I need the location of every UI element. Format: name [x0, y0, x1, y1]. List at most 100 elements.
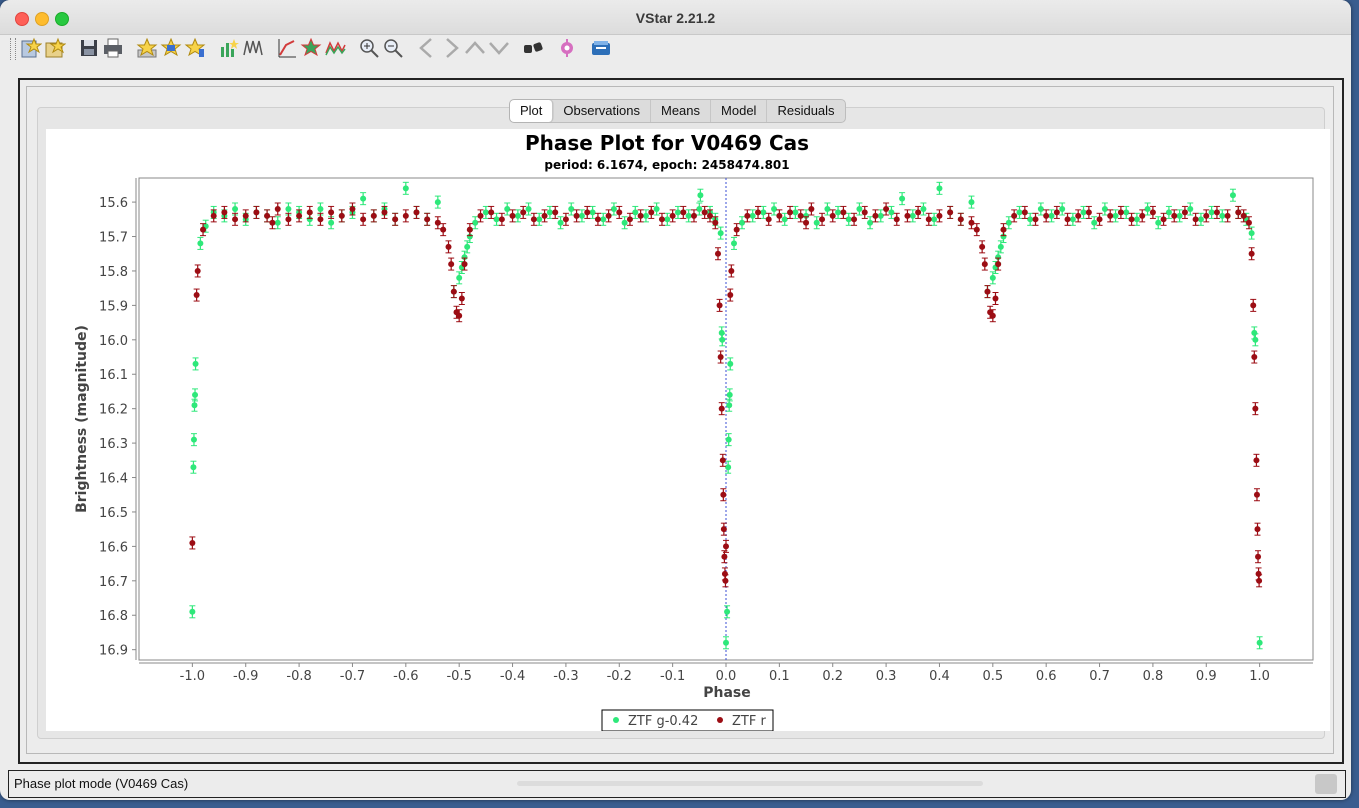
data-point-ztf-r: [984, 288, 991, 295]
data-point-ztf-g: [189, 608, 196, 615]
y-tick-label: 16.6: [99, 540, 128, 555]
data-point-ztf-g: [1144, 205, 1151, 212]
toolbar-grip[interactable]: [10, 38, 16, 60]
data-point-ztf-r: [915, 209, 922, 216]
binoculars-icon[interactable]: [522, 37, 544, 59]
x-tick-label: -0.3: [553, 669, 578, 684]
tab-observations[interactable]: Observations: [553, 100, 651, 122]
data-point-ztf-r: [328, 209, 335, 216]
data-point-ztf-r: [193, 292, 200, 299]
zoom-in-icon[interactable]: [358, 37, 380, 59]
data-point-ztf-g: [899, 195, 906, 202]
data-point-ztf-r: [1064, 216, 1071, 223]
plot-observations-icon[interactable]: [218, 37, 240, 59]
view-tabs: Plot Observations Means Model Residuals: [509, 99, 846, 123]
data-point-ztf-r: [840, 209, 847, 216]
data-point-ztf-r: [402, 212, 409, 219]
data-point-ztf-r: [626, 216, 633, 223]
zoom-out-icon[interactable]: [382, 37, 404, 59]
x-tick-label: 0.3: [876, 669, 897, 684]
star-plot-icon[interactable]: [300, 37, 322, 59]
x-tick-label: -0.2: [607, 669, 632, 684]
resize-grip-icon[interactable]: [1315, 774, 1337, 794]
plugin-icon[interactable]: [556, 37, 578, 59]
data-point-ztf-r: [727, 292, 734, 299]
data-point-ztf-g: [472, 219, 479, 226]
data-point-ztf-r: [274, 205, 281, 212]
title-bar: VStar 2.21.2: [0, 0, 1351, 35]
new-star-icon[interactable]: [20, 37, 43, 59]
tab-plot[interactable]: Plot: [510, 100, 554, 122]
data-point-ztf-g: [557, 219, 564, 226]
data-point-ztf-g: [726, 391, 733, 398]
pan-down-icon[interactable]: [488, 37, 510, 59]
data-point-ztf-g: [1091, 219, 1098, 226]
plot-means-icon[interactable]: [242, 37, 264, 59]
data-point-ztf-g: [724, 608, 731, 615]
data-point-ztf-g: [760, 209, 767, 216]
data-point-ztf-r: [221, 209, 228, 216]
pan-left-icon[interactable]: [416, 37, 438, 59]
data-point-ztf-r: [509, 212, 516, 219]
data-point-ztf-r: [872, 212, 879, 219]
data-point-ztf-g: [402, 185, 409, 192]
phase-plot-icon[interactable]: [276, 37, 298, 59]
data-point-ztf-g: [909, 212, 916, 219]
model-curve-icon[interactable]: [324, 37, 346, 59]
phase-plot[interactable]: Phase Plot for V0469 Cas period: 6.1674,…: [46, 129, 1330, 731]
star-add-icon[interactable]: [160, 37, 182, 59]
x-tick-label: 0.7: [1089, 669, 1110, 684]
x-tick-label: -0.6: [393, 669, 418, 684]
data-point-ztf-g: [920, 205, 927, 212]
data-point-ztf-g: [696, 205, 703, 212]
tab-means[interactable]: Means: [651, 100, 712, 122]
data-point-ztf-r: [995, 261, 1002, 268]
star-favorite-icon[interactable]: [184, 37, 206, 59]
data-point-ztf-g: [191, 402, 198, 409]
data-point-ztf-r: [1240, 212, 1247, 219]
data-point-ztf-r: [979, 243, 986, 250]
pan-up-icon[interactable]: [464, 37, 486, 59]
data-point-ztf-r: [1248, 250, 1255, 257]
data-point-ztf-g: [749, 212, 756, 219]
chart-subtitle: period: 6.1674, epoch: 2458474.801: [544, 158, 789, 172]
x-tick-label: 0.1: [769, 669, 790, 684]
data-point-ztf-r: [1235, 209, 1242, 216]
data-point-ztf-g: [697, 192, 704, 199]
info-icon[interactable]: [590, 37, 612, 59]
data-point-ztf-g: [1187, 205, 1194, 212]
tab-residuals[interactable]: Residuals: [767, 100, 844, 122]
y-axis-label: Brightness (magnitude): [74, 325, 90, 513]
print-icon[interactable]: [102, 37, 124, 59]
star-info-icon[interactable]: [136, 37, 158, 59]
data-point-ztf-r: [264, 212, 271, 219]
data-point-ztf-r: [1021, 209, 1028, 216]
data-point-ztf-r: [477, 212, 484, 219]
y-tick-label: 16.4: [99, 472, 128, 487]
data-point-ztf-r: [456, 312, 463, 319]
data-point-ztf-r: [1181, 209, 1188, 216]
data-point-ztf-g: [1037, 205, 1044, 212]
data-point-ztf-g: [727, 360, 734, 367]
data-point-ztf-r: [1000, 226, 1007, 233]
data-point-ztf-r: [573, 212, 580, 219]
save-icon[interactable]: [78, 37, 100, 59]
open-file-icon[interactable]: [44, 37, 67, 59]
phase-plot-chart[interactable]: Phase Plot for V0469 Cas period: 6.1674,…: [46, 129, 1330, 731]
data-point-ztf-r: [787, 209, 794, 216]
data-point-ztf-r: [706, 212, 713, 219]
data-point-ztf-g: [197, 240, 204, 247]
y-tick-label: 16.5: [99, 506, 128, 521]
data-point-ztf-g: [1155, 219, 1162, 226]
tab-model[interactable]: Model: [711, 100, 768, 122]
data-point-ztf-r: [440, 226, 447, 233]
x-tick-label: -0.5: [446, 669, 471, 684]
data-point-ztf-r: [242, 212, 249, 219]
data-point-ztf-r: [1171, 212, 1178, 219]
data-point-ztf-g: [192, 360, 199, 367]
data-point-ztf-r: [1139, 212, 1146, 219]
chart-title: Phase Plot for V0469 Cas: [525, 131, 809, 155]
data-point-ztf-r: [269, 219, 276, 226]
data-point-ztf-r: [296, 212, 303, 219]
pan-right-icon[interactable]: [440, 37, 462, 59]
